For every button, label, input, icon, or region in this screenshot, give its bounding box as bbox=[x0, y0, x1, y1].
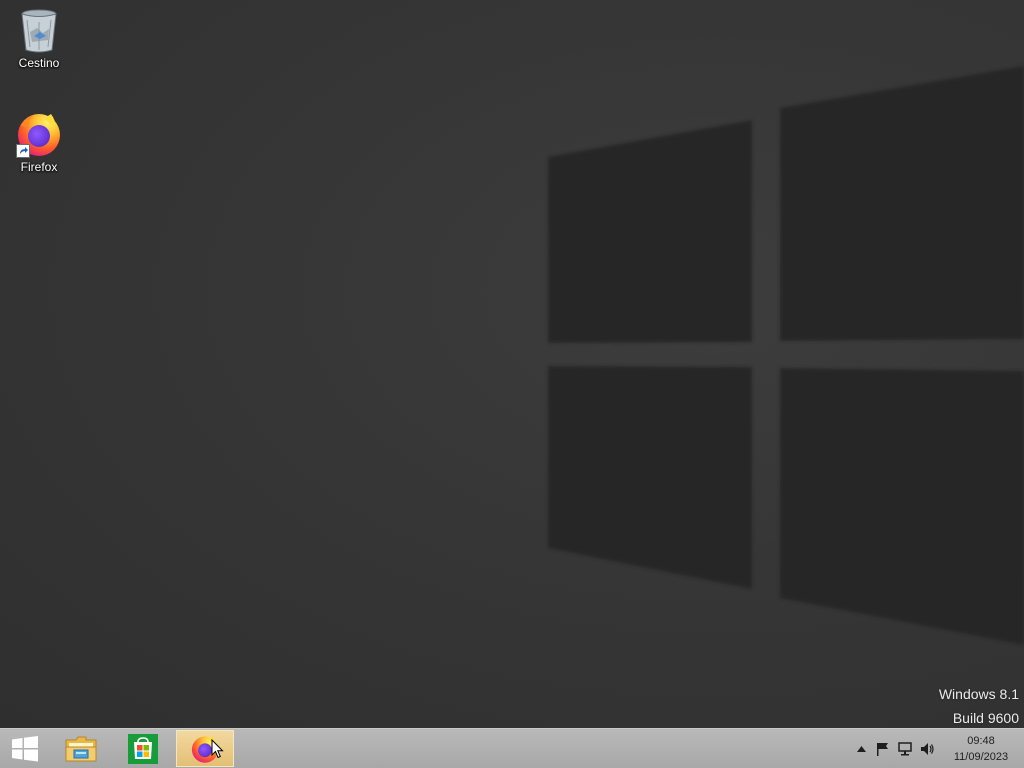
windows-start-icon bbox=[12, 735, 38, 761]
watermark-line1: Windows 8.1 bbox=[938, 686, 1019, 702]
shortcut-arrow-icon bbox=[16, 144, 30, 158]
start-button[interactable] bbox=[0, 730, 50, 767]
store-icon bbox=[128, 733, 158, 764]
windows-version-watermark: Windows 8.1 Build 9600 bbox=[939, 682, 1019, 728]
volume-icon[interactable] bbox=[916, 739, 938, 759]
firefox-label: Firefox bbox=[20, 160, 58, 174]
clock-time: 09:48 bbox=[967, 734, 995, 747]
file-explorer-taskbar-button[interactable] bbox=[56, 730, 106, 767]
store-taskbar-button[interactable] bbox=[118, 730, 168, 767]
watermark-line2: Build 9600 bbox=[952, 710, 1019, 726]
firefox-taskbar-button[interactable] bbox=[176, 730, 234, 767]
firefox-desktop-icon[interactable]: Firefox bbox=[2, 110, 76, 174]
recycle-bin-icon bbox=[21, 9, 57, 53]
network-icon[interactable] bbox=[894, 739, 916, 759]
notification-area: 09:48 11/09/2023 bbox=[850, 729, 1024, 768]
desktop[interactable]: Cestino Firefox Windows 8.1 Build 9600 bbox=[0, 0, 1024, 728]
file-explorer-icon bbox=[65, 736, 97, 761]
taskbar[interactable]: 09:48 11/09/2023 bbox=[0, 728, 1024, 768]
action-center-flag-icon[interactable] bbox=[872, 739, 894, 759]
clock-date: 11/09/2023 bbox=[953, 750, 1009, 763]
recycle-bin-label: Cestino bbox=[18, 56, 60, 70]
windows-wallpaper-logo bbox=[548, 66, 1024, 645]
mouse-pointer-icon bbox=[211, 739, 224, 759]
recycle-bin-desktop-icon[interactable]: Cestino bbox=[2, 6, 76, 70]
show-hidden-icons-arrow-icon[interactable] bbox=[850, 739, 872, 759]
system-clock[interactable]: 09:48 11/09/2023 bbox=[938, 733, 1024, 765]
